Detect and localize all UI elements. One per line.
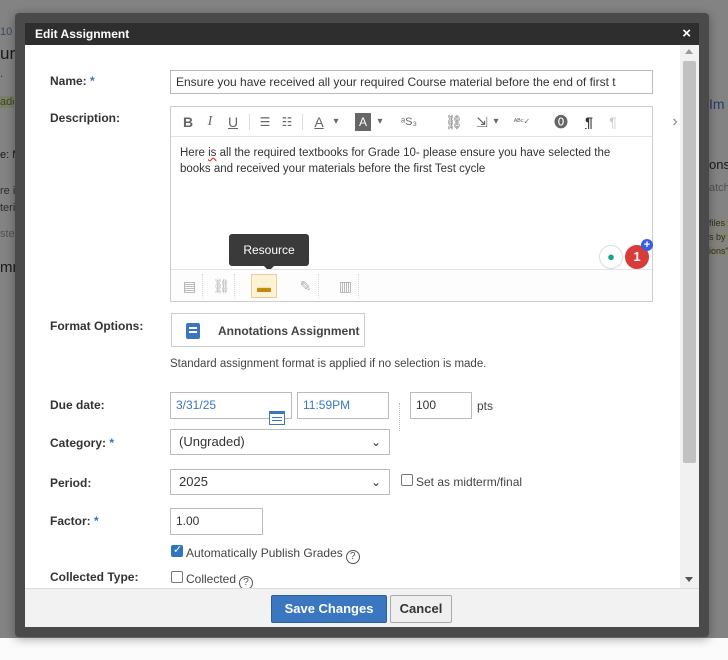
resource-tooltip: Resource (229, 234, 309, 271)
scroll-thumb[interactable] (683, 61, 696, 463)
format-options-label: Format Options: (50, 319, 144, 333)
description-label: Description: (50, 111, 121, 125)
help-icon[interactable]: ? (239, 576, 254, 588)
plus-icon[interactable]: + (641, 239, 653, 251)
font-color-dropdown-icon[interactable]: ▾ (331, 113, 341, 131)
category-label: Category: * (50, 436, 115, 450)
paragraph-format-icon[interactable]: ¶ (581, 113, 597, 131)
dialog-titlebar: Edit Assignment × (25, 23, 699, 45)
dialog-footer: Save Changes Cancel (25, 588, 699, 627)
document-icon[interactable]: ▤ (177, 274, 203, 298)
description-text[interactable]: Here is all the required textbooks for G… (180, 145, 640, 177)
dialog-scrollbar[interactable] (680, 45, 699, 588)
bold-button[interactable]: B (181, 113, 195, 131)
midterm-checkbox[interactable] (401, 474, 413, 486)
highlight-color-icon[interactable]: A (355, 113, 371, 131)
toolbar-separator (302, 114, 303, 130)
collected-checkbox[interactable] (171, 571, 183, 583)
midterm-label: Set as midterm/final (416, 475, 523, 489)
points-input[interactable]: 100 (410, 392, 472, 419)
name-input[interactable]: Ensure you have received all your requir… (170, 70, 653, 94)
dialog-title: Edit Assignment (35, 27, 130, 41)
auto-publish-checkbox[interactable] (171, 543, 183, 557)
media-icon[interactable]: ▥ (333, 274, 359, 298)
points-unit: pts (477, 399, 494, 413)
period-label: Period: (50, 476, 92, 490)
insert-icon[interactable]: ⇲ (473, 113, 491, 131)
name-label: Name: * (50, 74, 95, 88)
factor-input[interactable]: 1.00 (170, 508, 263, 535)
cancel-button[interactable]: Cancel (390, 595, 452, 623)
scroll-down-icon[interactable] (685, 577, 693, 582)
calendar-icon[interactable] (269, 411, 285, 425)
grammar-checker-badge[interactable]: ● 1 + (599, 239, 653, 269)
editor-insert-toolbar: ▤ ⛓ ▬ ✎ ▥ (171, 269, 652, 301)
due-time-input[interactable]: 11:59PM (297, 392, 389, 419)
superscript-icon[interactable]: ᵃS₃ (393, 113, 425, 131)
divider (399, 403, 400, 431)
close-icon[interactable]: × (682, 25, 691, 42)
spellcheck-icon[interactable]: ᴬᴮᶜ✓ (509, 113, 535, 131)
clear-format-icon[interactable]: ¶ (605, 113, 621, 131)
annotation-icon (186, 323, 200, 339)
pen-icon[interactable]: ✎ (293, 274, 319, 298)
resource-icon[interactable]: ▬ (251, 274, 277, 298)
lightbulb-icon[interactable]: ● (599, 245, 623, 269)
edit-assignment-dialog: Edit Assignment × Name: * Ensure you hav… (15, 13, 709, 637)
highlight-dropdown-icon[interactable]: ▾ (375, 113, 385, 131)
factor-label: Factor: * (50, 514, 99, 528)
italic-button[interactable]: I (203, 113, 217, 131)
save-changes-button[interactable]: Save Changes (271, 595, 387, 623)
toolbar-separator (249, 114, 250, 130)
chevron-down-icon: ⌄ (370, 475, 381, 489)
background-page-bottom (0, 638, 728, 660)
period-select[interactable]: 2025 ⌄ (170, 469, 390, 495)
dialog-body: Name: * Ensure you have received all you… (25, 45, 699, 588)
link-icon[interactable]: ⛓ (445, 113, 463, 131)
due-date-label: Due date: (50, 398, 105, 412)
editor-toolbar: B I U ☰ ☷ A ▾ A ▾ ᵃS₃ ⛓ ⇲ ▾ ᴬᴮᶜ✓ ⓿ ¶ ¶ › (171, 107, 678, 137)
category-select[interactable]: (Ungraded) ⌄ (170, 429, 390, 455)
annotations-assignment-button[interactable]: Annotations Assignment (171, 313, 365, 347)
help-icon[interactable]: ? (345, 550, 360, 564)
numbered-list-icon[interactable]: ☷ (279, 113, 295, 131)
bullet-list-icon[interactable]: ☰ (257, 113, 273, 131)
description-editor: B I U ☰ ☷ A ▾ A ▾ ᵃS₃ ⛓ ⇲ ▾ ᴬᴮᶜ✓ ⓿ ¶ ¶ › (170, 106, 678, 302)
underline-button[interactable]: U (226, 113, 240, 131)
chevron-down-icon: ⌄ (370, 435, 381, 449)
accessibility-icon[interactable]: ⓿ (553, 113, 569, 131)
scroll-up-icon[interactable] (685, 49, 693, 54)
link-icon[interactable]: ⛓ (209, 274, 235, 298)
insert-dropdown-icon[interactable]: ▾ (491, 113, 501, 131)
auto-publish-label: Automatically Publish Grades? (186, 546, 360, 564)
font-color-icon[interactable]: A (311, 113, 327, 131)
collected-label: Collected? (186, 572, 254, 588)
collected-type-label: Collected Type: (50, 570, 139, 584)
format-hint: Standard assignment format is applied if… (170, 358, 487, 370)
